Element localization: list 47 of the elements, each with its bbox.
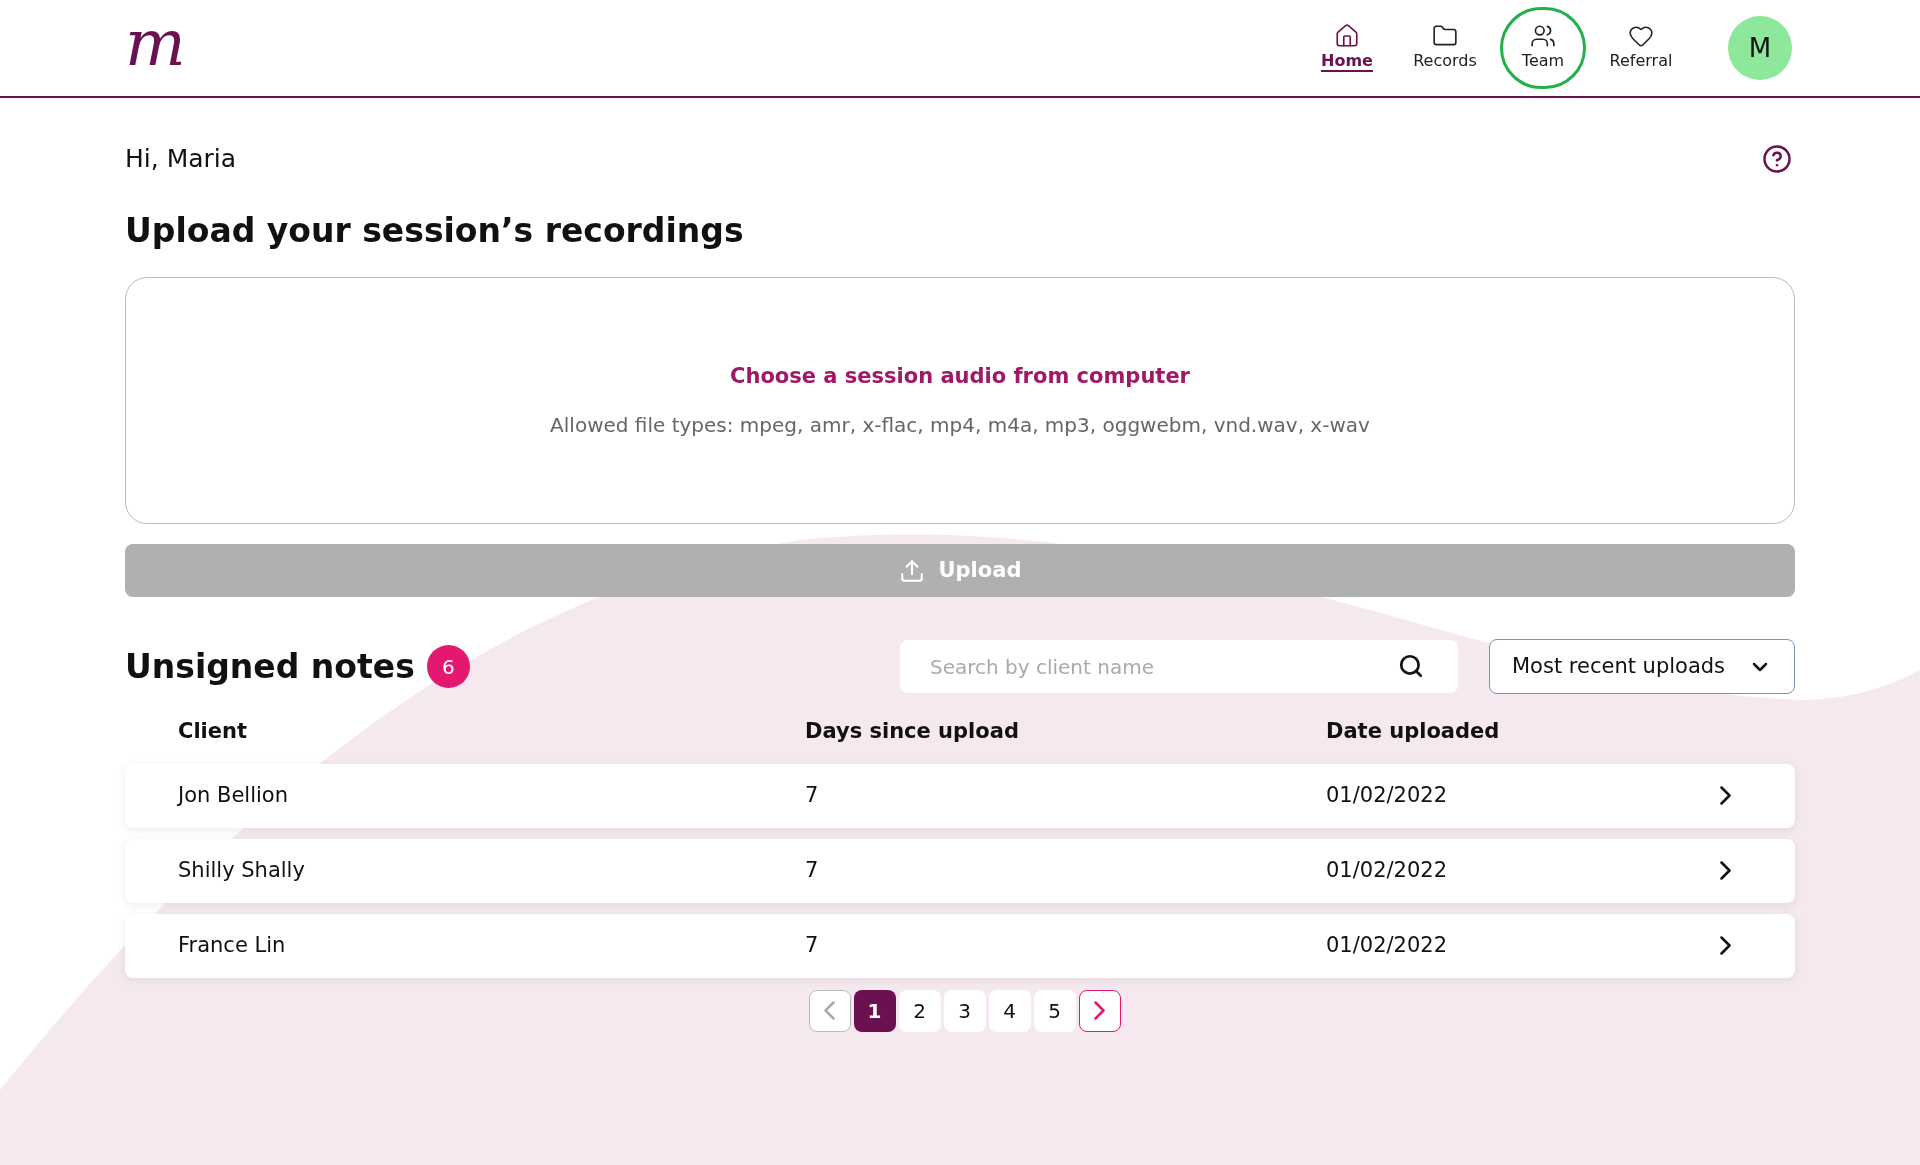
chevron-left-icon [824,1001,835,1020]
help-icon[interactable] [1762,143,1792,174]
avatar[interactable]: M [1728,16,1792,80]
file-types-hint: Allowed file types: mpeg, amr, x-flac, mp4, m4a, mp3, oggwebm, vnd.wav, x-wav [550,412,1370,440]
page-button[interactable]: 1 [853,989,896,1032]
greeting: Hi, Maria [125,143,237,175]
table-row[interactable]: Shilly Shally 7 01/02/2022 [125,838,1795,903]
nav-tab[interactable]: Team [1500,7,1586,89]
chevron-right-icon [1720,861,1731,880]
table-cell-text: 7 [805,856,819,884]
count-badge: 6 [426,645,470,688]
table-cell-text: 01/02/2022 [1326,781,1448,809]
chevron-right-icon [1720,786,1731,805]
nav-tab[interactable]: Referral [1598,7,1684,89]
upload-icon [898,557,925,584]
next-page-button[interactable] [1078,989,1121,1032]
house-icon [1334,23,1360,49]
table-row[interactable]: France Lin 7 01/02/2022 [125,913,1795,978]
people-icon [1530,23,1556,49]
page-button[interactable]: 4 [988,989,1031,1032]
table-row[interactable]: Jon Bellion 7 01/02/2022 [125,763,1795,828]
search-field[interactable]: Search by client name [900,640,1458,693]
page-button[interactable]: 3 [943,989,986,1032]
table-cell-text: 7 [805,781,819,809]
chevron-right-icon [1720,936,1731,955]
column-header: Days since upload [805,718,1019,745]
section-title: Unsigned notes [125,645,415,688]
table-cell-text: 01/02/2022 [1326,856,1448,884]
page-title: Upload your session’s recordings [125,209,745,252]
dropzone[interactable]: Choose a session audio from computer Allowed file types: mpeg, amr, x-flac, mp4, m4a, mp3, oggwebm, vnd.wav, x-wav [125,277,1795,524]
table-cell-text: France Lin [178,931,286,959]
column-header: Date uploaded [1326,718,1500,745]
column-header: Client [178,718,248,745]
logo[interactable]: m [125,11,186,75]
table-cell-text: Jon Bellion [178,781,288,809]
page-button[interactable]: 2 [898,989,941,1032]
choose-file-link[interactable]: Choose a session audio from computer [730,360,1190,393]
table-cell-text: Shilly Shally [178,856,305,884]
search-icon[interactable] [1398,653,1424,679]
nav-tab[interactable]: Records [1402,7,1488,89]
page-button[interactable]: 5 [1033,989,1076,1032]
nav-tab[interactable]: Home [1304,7,1390,89]
sort-dropdown[interactable]: Most recent uploads [1489,639,1795,694]
heart-icon [1628,23,1654,49]
table-cell-text: 7 [805,931,819,959]
chevron-right-icon [1094,1001,1105,1020]
table-cell-text: 01/02/2022 [1326,931,1448,959]
